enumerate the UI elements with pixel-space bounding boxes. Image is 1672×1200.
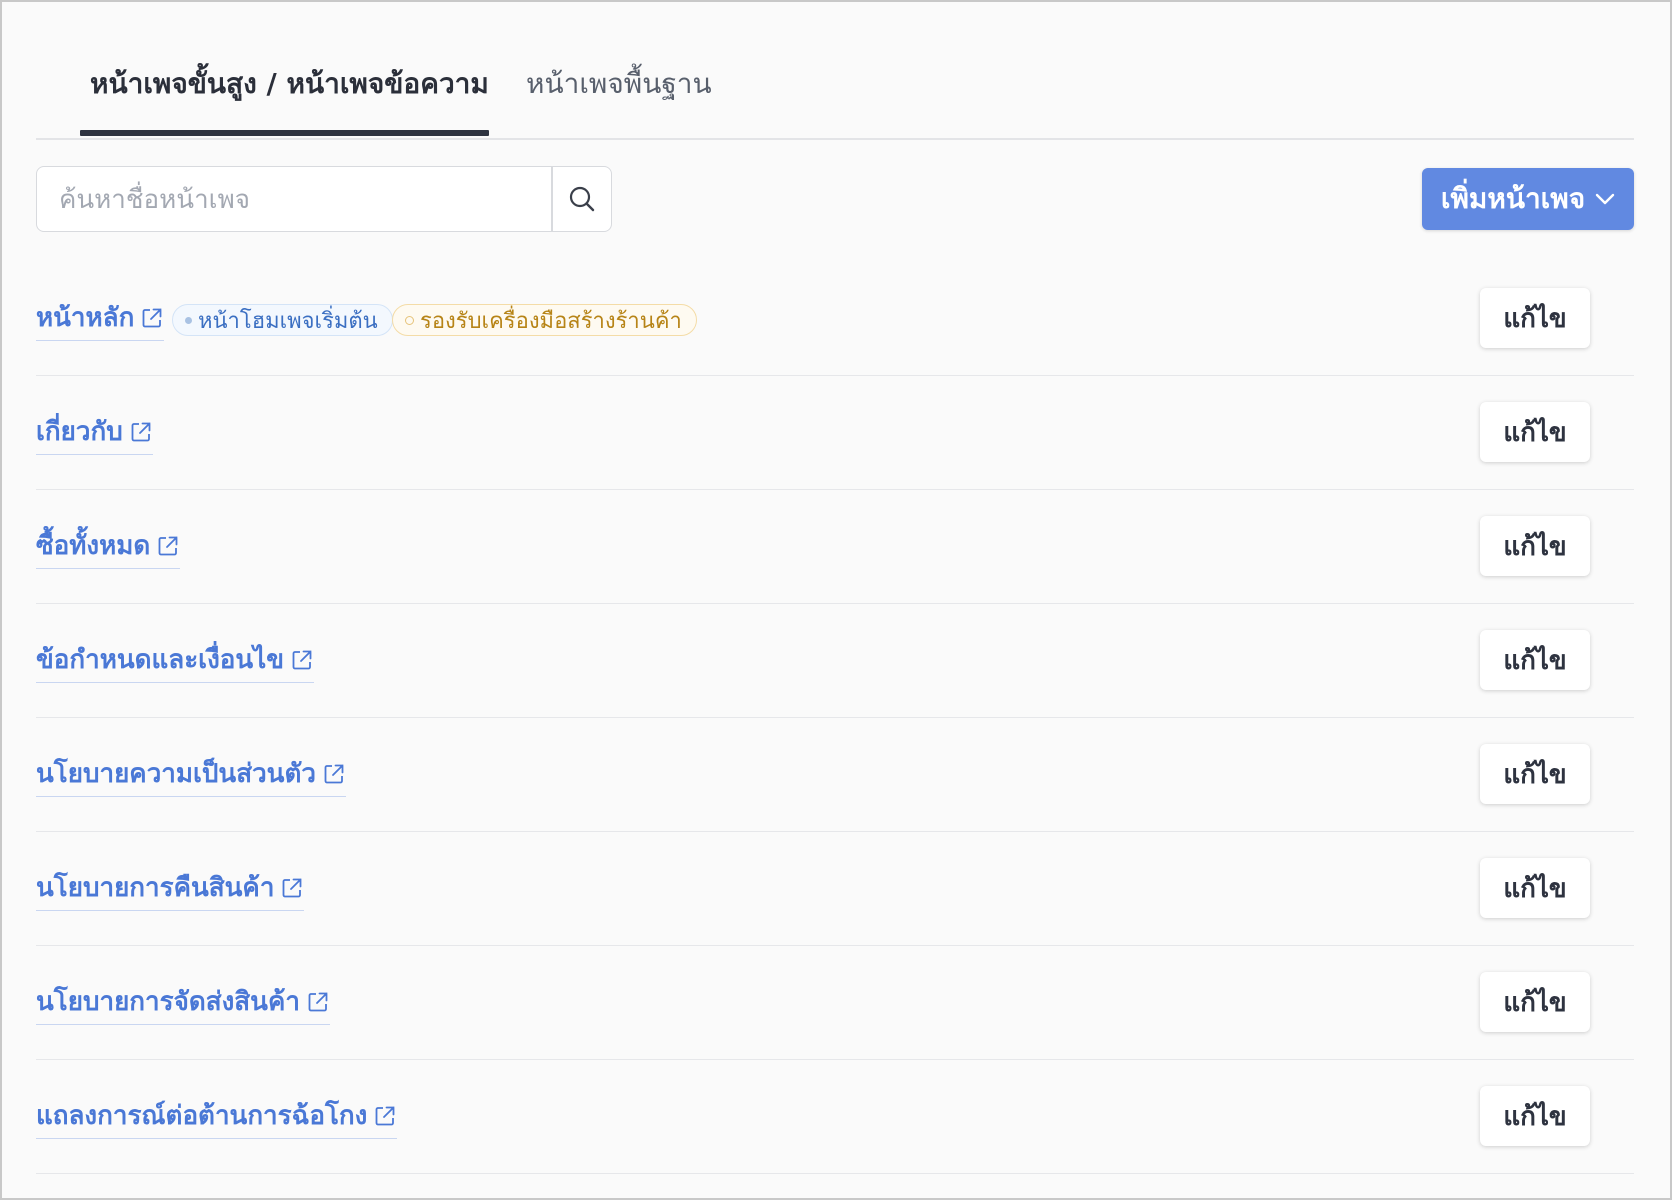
external-link-icon bbox=[308, 992, 328, 1012]
page-link-shipping[interactable]: นโยบายการจัดส่งสินค้า bbox=[36, 984, 330, 1025]
page-link-privacy[interactable]: นโยบายความเป็นส่วนตัว bbox=[36, 756, 346, 797]
add-page-label: เพิ่มหน้าเพจ bbox=[1440, 182, 1586, 215]
external-link-icon bbox=[283, 878, 302, 898]
edit-button[interactable]: แก้ไข bbox=[1480, 630, 1590, 690]
badge-label: หน้าโฮมเพจเริ่มต้น bbox=[198, 308, 378, 334]
active-tab-indicator bbox=[80, 130, 489, 136]
external-link-icon bbox=[158, 536, 178, 556]
page-link-returns[interactable]: นโยบายการคืนสินค้า bbox=[36, 870, 305, 911]
list-item: เกี่ยวกับ แก้ไข bbox=[36, 376, 1634, 490]
page-title: เกี่ยวกับ bbox=[36, 417, 123, 447]
edit-button[interactable]: แก้ไข bbox=[1480, 858, 1590, 918]
edit-button[interactable]: แก้ไข bbox=[1480, 402, 1590, 462]
page-link-about[interactable]: เกี่ยวกับ bbox=[36, 414, 153, 455]
external-link-icon bbox=[292, 650, 312, 670]
page-content: หน้าเพจขั้นสูง / หน้าเพจข้อความ หน้าเพจพ… bbox=[36, 2, 1634, 1198]
tab-bar: หน้าเพจขั้นสูง / หน้าเพจข้อความ หน้าเพจพ… bbox=[36, 42, 1634, 140]
store-builder-badge: รองรับเครื่องมือสร้างร้านค้า bbox=[392, 304, 697, 336]
external-link-icon bbox=[375, 1106, 395, 1126]
external-link-icon bbox=[131, 422, 151, 442]
page-title: แถลงการณ์ต่อต้านการฉ้อโกง bbox=[36, 1101, 368, 1131]
page-title: นโยบายความเป็นส่วนตัว bbox=[36, 759, 316, 789]
edit-button[interactable]: แก้ไข bbox=[1480, 1086, 1590, 1146]
list-item: แถลงการณ์ต่อต้านการฉ้อโกง แก้ไข bbox=[36, 1060, 1634, 1174]
search-icon bbox=[569, 186, 595, 212]
badge-dot bbox=[405, 315, 414, 325]
edit-button[interactable]: แก้ไข bbox=[1480, 516, 1590, 576]
search-input[interactable] bbox=[57, 177, 541, 223]
badge-dot bbox=[185, 316, 192, 324]
default-homepage-badge: หน้าโฮมเพจเริ่มต้น bbox=[172, 304, 393, 336]
page-title: หน้าหลัก bbox=[36, 303, 135, 333]
page-title: ข้อกำหนดและเงื่อนไข bbox=[36, 645, 285, 675]
external-link-icon bbox=[324, 764, 344, 784]
page-title: ซื้อทั้งหมด bbox=[36, 531, 151, 561]
tab-basic-pages[interactable]: หน้าเพจพื้นฐาน bbox=[526, 64, 712, 138]
edit-button[interactable]: แก้ไข bbox=[1480, 744, 1590, 804]
chevron-down-icon bbox=[1595, 193, 1615, 205]
page-title: นโยบายการจัดส่งสินค้า bbox=[36, 987, 300, 1017]
search-button[interactable] bbox=[553, 167, 611, 231]
page-link-shop-all[interactable]: ซื้อทั้งหมด bbox=[36, 528, 181, 569]
page-title: นโยบายการคืนสินค้า bbox=[36, 873, 275, 903]
search-box bbox=[36, 166, 612, 232]
list-item: หน้าหลัก หน้าโฮมเพจเริ่มต้น รองรับเครื่อ… bbox=[36, 262, 1634, 376]
add-page-button[interactable]: เพิ่มหน้าเพจ bbox=[1422, 168, 1634, 230]
external-link-icon bbox=[142, 308, 162, 328]
list-item: ข้อกำหนดและเงื่อนไข แก้ไข bbox=[36, 604, 1634, 718]
page-link-home[interactable]: หน้าหลัก bbox=[36, 300, 165, 341]
list-item: นโยบายการจัดส่งสินค้า แก้ไข bbox=[36, 946, 1634, 1060]
page-link-anti-fraud[interactable]: แถลงการณ์ต่อต้านการฉ้อโกง bbox=[36, 1098, 398, 1139]
tab-advanced-pages[interactable]: หน้าเพจขั้นสูง / หน้าเพจข้อความ bbox=[90, 64, 489, 138]
page-list: หน้าหลัก หน้าโฮมเพจเริ่มต้น รองรับเครื่อ… bbox=[36, 262, 1634, 1174]
page-frame: หน้าเพจขั้นสูง / หน้าเพจข้อความ หน้าเพจพ… bbox=[0, 0, 1672, 1200]
list-item: นโยบายความเป็นส่วนตัว แก้ไข bbox=[36, 718, 1634, 832]
badge-label: รองรับเครื่องมือสร้างร้านค้า bbox=[420, 308, 682, 334]
list-item: ซื้อทั้งหมด แก้ไข bbox=[36, 490, 1634, 604]
page-link-terms[interactable]: ข้อกำหนดและเงื่อนไข bbox=[36, 642, 315, 683]
edit-button[interactable]: แก้ไข bbox=[1480, 972, 1590, 1032]
edit-button[interactable]: แก้ไข bbox=[1480, 288, 1590, 348]
list-item: นโยบายการคืนสินค้า แก้ไข bbox=[36, 832, 1634, 946]
